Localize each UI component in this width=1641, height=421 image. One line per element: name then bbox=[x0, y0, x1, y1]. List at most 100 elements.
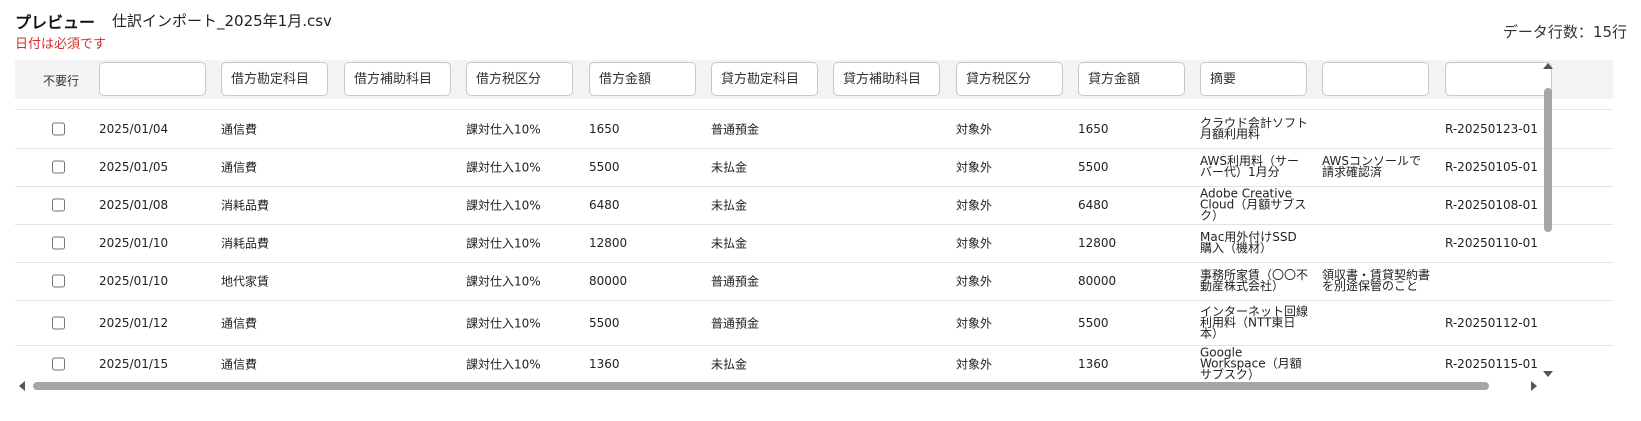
mapping-input-credit-sub-account[interactable] bbox=[833, 62, 940, 96]
cell-reference: R-20250112-01 bbox=[1445, 315, 1538, 330]
cell-debit-amount: 5500 bbox=[589, 160, 620, 174]
cell-credit-account: 未払金 bbox=[711, 357, 748, 372]
cell-credit-account: 未払金 bbox=[711, 198, 748, 213]
cell-credit-tax: 対象外 bbox=[956, 274, 993, 289]
mapping-input-reference[interactable] bbox=[1445, 62, 1552, 96]
scroll-left-arrow-icon[interactable] bbox=[19, 381, 25, 391]
cell-credit-amount: 1360 bbox=[1078, 357, 1109, 371]
cell-credit-account: 未払金 bbox=[711, 236, 748, 251]
cell-debit-amount: 6480 bbox=[589, 198, 620, 212]
cell-debit-tax: 課対仕入10% bbox=[466, 122, 541, 137]
cell-debit-account: 地代家賃 bbox=[221, 274, 270, 289]
cell-credit-tax: 対象外 bbox=[956, 160, 993, 175]
preview-title: プレビュー bbox=[15, 13, 96, 32]
mapping-input-debit-sub-account[interactable] bbox=[344, 62, 451, 96]
cell-description: Mac用外付けSSD購入（機材） bbox=[1200, 230, 1297, 255]
cell-credit-amount: 12800 bbox=[1078, 236, 1117, 250]
cell-debit-amount: 5500 bbox=[589, 315, 620, 330]
mapping-input-date[interactable] bbox=[99, 62, 206, 96]
mapping-input-debit-account[interactable] bbox=[221, 62, 328, 96]
file-name: 仕訳インポート_2025年1月.csv bbox=[112, 12, 332, 30]
cell-description: AWS利用料（サーバー代）1月分 bbox=[1200, 154, 1300, 179]
cell-debit-tax: 課対仕入10% bbox=[466, 316, 541, 330]
cell-credit-amount: 5500 bbox=[1078, 315, 1109, 330]
horizontal-scroll-thumb[interactable] bbox=[33, 382, 1489, 390]
table-row: 2025/01/10 地代家賃 課対仕入10% 80000 普通預金 対象外 80000 事務… bbox=[15, 262, 1613, 301]
skip-row-checkbox[interactable] bbox=[52, 160, 65, 174]
cell-memo: AWSコンソールで請求確認済 bbox=[1322, 154, 1422, 179]
preview-table: 不要行 2025/01/04通信費課対仕入10%1650普通預金対象外1650ク… bbox=[15, 60, 1613, 380]
cell-description: クラウド会計ソフト月額利用料 bbox=[1200, 116, 1309, 141]
cell-date: 2025/01/04 bbox=[99, 122, 169, 136]
horizontal-scrollbar[interactable] bbox=[15, 380, 1541, 392]
cell-debit-account: 通信費 bbox=[221, 357, 258, 372]
cell-credit-amount: 80000 bbox=[1078, 274, 1117, 288]
cell-reference: R-20250108-01 bbox=[1445, 198, 1538, 212]
mapping-input-credit-tax-category[interactable] bbox=[956, 62, 1063, 96]
table-row: 2025/01/05 通信費 課対仕入10% 5500 未払金 対象外 5500 AWS利用料… bbox=[15, 148, 1613, 187]
scroll-up-arrow-icon[interactable] bbox=[1543, 63, 1553, 69]
skip-row-checkbox[interactable] bbox=[52, 316, 65, 329]
cell-date: 2025/01/15 bbox=[99, 357, 169, 371]
skip-row-checkbox[interactable] bbox=[52, 198, 65, 212]
mapping-input-debit-amount[interactable] bbox=[589, 62, 696, 96]
cell-credit-account: 普通預金 bbox=[711, 122, 760, 137]
validation-error: 日付は必須です bbox=[15, 37, 107, 52]
scroll-down-arrow-icon[interactable] bbox=[1543, 371, 1553, 377]
mapping-input-credit-amount[interactable] bbox=[1078, 62, 1185, 96]
cell-date: 2025/01/10 bbox=[99, 274, 169, 288]
cell-memo: 領収書・賃貸契約書を別途保管のこと bbox=[1322, 268, 1431, 293]
table-row: 2025/01/10 消耗品費 課対仕入10% 12800 未払金 対象外 12800 Mac… bbox=[15, 224, 1613, 263]
cell-description: インターネット回線利用料（NTT東日本） bbox=[1200, 304, 1309, 340]
cell-reference: R-20250105-01 bbox=[1445, 160, 1538, 174]
cell-debit-account: 通信費 bbox=[221, 122, 258, 137]
cell-credit-tax: 対象外 bbox=[956, 122, 993, 137]
cell-debit-amount: 1650 bbox=[589, 122, 620, 136]
mapping-input-description[interactable] bbox=[1200, 62, 1307, 96]
cell-debit-amount: 80000 bbox=[589, 274, 628, 288]
cell-debit-tax: 課対仕入10% bbox=[466, 160, 541, 175]
table-row: 2025/01/15 通信費 課対仕入10% 1360 未払金 対象外 1360 Google… bbox=[15, 345, 1613, 380]
cell-debit-amount: 1360 bbox=[589, 357, 620, 371]
mapping-input-debit-tax-category[interactable] bbox=[466, 62, 573, 96]
skip-row-checkbox[interactable] bbox=[52, 274, 65, 288]
cell-debit-tax: 課対仕入10% bbox=[466, 198, 541, 213]
cell-debit-amount: 12800 bbox=[589, 236, 628, 250]
cell-credit-account: 普通預金 bbox=[711, 274, 760, 289]
scroll-right-arrow-icon[interactable] bbox=[1531, 381, 1537, 391]
row-count: データ行数：15行 bbox=[1502, 23, 1627, 41]
cell-debit-tax: 課対仕入10% bbox=[466, 236, 541, 251]
table-row: 2025/01/04 通信費 課対仕入10% 1650 普通預金 対象外 1650 クラウド会… bbox=[15, 110, 1613, 149]
vertical-scroll-thumb[interactable] bbox=[1544, 88, 1552, 232]
cell-debit-account: 消耗品費 bbox=[221, 198, 270, 213]
skip-row-checkbox[interactable] bbox=[52, 122, 65, 136]
cell-reference: R-20250115-01 bbox=[1445, 357, 1538, 371]
cell-description: Adobe Creative Cloud（月額サブスク） bbox=[1200, 186, 1307, 223]
cell-date: 2025/01/08 bbox=[99, 198, 169, 212]
cell-credit-tax: 対象外 bbox=[956, 198, 993, 213]
cell-reference: R-20250123-01 bbox=[1445, 122, 1538, 136]
skip-row-checkbox[interactable] bbox=[52, 236, 65, 250]
cell-reference: R-20250110-01 bbox=[1445, 236, 1538, 250]
cell-credit-tax: 対象外 bbox=[956, 357, 993, 372]
cell-date: 2025/01/12 bbox=[99, 315, 169, 330]
cell-debit-tax: 課対仕入10% bbox=[466, 274, 541, 289]
column-mapping-header: 不要行 bbox=[15, 60, 1613, 99]
cell-credit-amount: 6480 bbox=[1078, 198, 1109, 212]
skip-row-checkbox[interactable] bbox=[52, 357, 65, 371]
cell-debit-tax: 課対仕入10% bbox=[466, 357, 541, 372]
cell-description: 事務所家賃（〇〇不動産株式会社） bbox=[1200, 268, 1309, 293]
vertical-scrollbar[interactable] bbox=[1541, 60, 1555, 380]
mapping-input-credit-account[interactable] bbox=[711, 62, 818, 96]
cell-description: Google Workspace（月額サブスク） bbox=[1200, 345, 1302, 381]
cell-credit-amount: 5500 bbox=[1078, 160, 1109, 174]
table-row: 2025/01/08 消耗品費 課対仕入10% 6480 未払金 対象外 6480 Adobe… bbox=[15, 186, 1613, 225]
mapping-input-memo[interactable] bbox=[1322, 62, 1429, 96]
cell-credit-tax: 対象外 bbox=[956, 236, 993, 251]
cell-credit-amount: 1650 bbox=[1078, 122, 1109, 136]
cell-debit-account: 通信費 bbox=[221, 316, 258, 330]
cell-debit-account: 通信費 bbox=[221, 160, 258, 175]
cell-date: 2025/01/05 bbox=[99, 160, 169, 174]
skip-row-header: 不要行 bbox=[42, 74, 79, 88]
cell-debit-account: 消耗品費 bbox=[221, 236, 270, 251]
